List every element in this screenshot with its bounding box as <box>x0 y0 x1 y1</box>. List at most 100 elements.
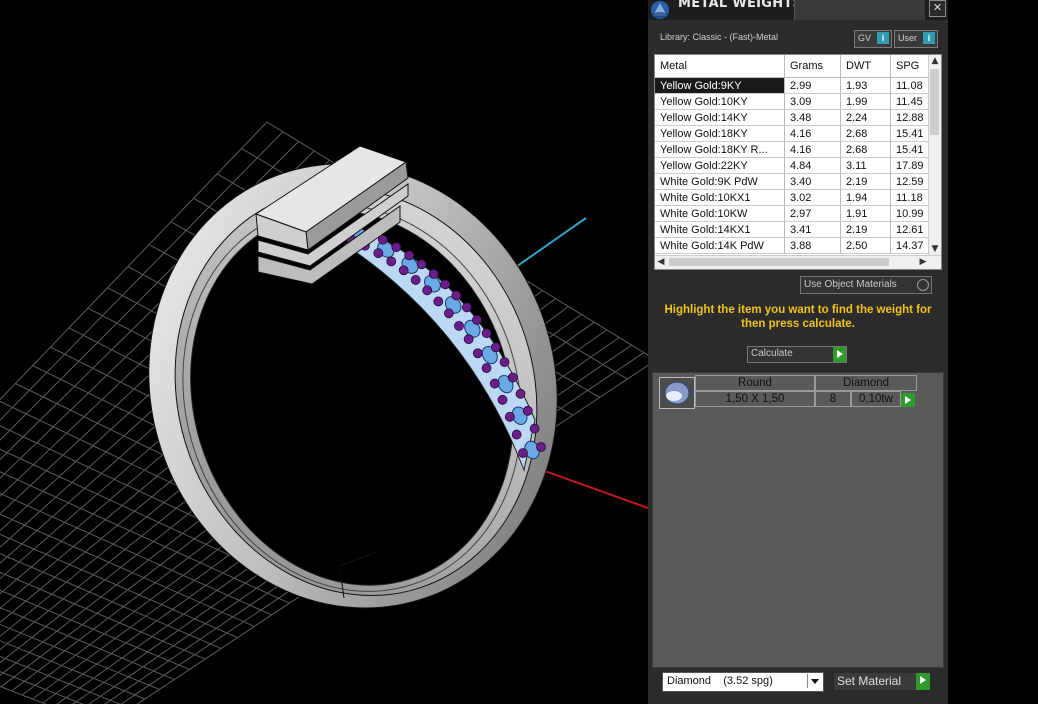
prong <box>454 320 464 331</box>
column-header-metal[interactable]: Metal <box>655 55 785 77</box>
cell-metal: White Gold:14K PdW <box>655 238 785 254</box>
metal-table[interactable]: Metal Grams DWT SPG Yellow Gold:9KY 2.99 1… <box>654 54 942 270</box>
app-logo-icon <box>648 0 672 20</box>
prong <box>463 334 474 345</box>
table-row[interactable]: Yellow Gold:18KY R... 4.16 2.68 15.41 <box>655 142 939 158</box>
table-row[interactable]: White Gold:9K PdW 3.40 2.19 12.59 <box>655 174 939 190</box>
instruction-text: Highlight the item you want to find the … <box>664 304 932 330</box>
3d-viewport[interactable] <box>0 0 648 704</box>
stone-material: Diamond <box>815 375 917 391</box>
prong <box>416 259 427 270</box>
stone-size: 1,50 X 1,50 <box>695 391 815 407</box>
calculate-button[interactable]: Calculate <box>747 346 847 363</box>
prong <box>373 248 384 259</box>
scroll-up-icon[interactable]: ▲ <box>929 55 941 67</box>
table-row[interactable]: White Gold:10KX1 3.02 1.94 11.18 <box>655 190 939 206</box>
prong <box>440 279 451 290</box>
cell-dwt: 2.50 <box>841 238 891 254</box>
library-label: Library: Classic - (Fast)-Metal <box>660 32 779 42</box>
table-row[interactable]: Yellow Gold:10KY 3.09 1.99 11.45 <box>655 94 939 110</box>
cell-dwt: 2.19 <box>841 174 891 190</box>
cell-grams: 2.99 <box>785 78 841 94</box>
stone-weight: 0,10tw <box>851 391 901 407</box>
chevron-down-icon[interactable] <box>807 674 822 688</box>
cell-metal: Yellow Gold:14KY <box>655 110 785 126</box>
prong <box>433 296 444 307</box>
prong <box>497 394 508 405</box>
column-header-grams[interactable]: Grams <box>785 55 841 77</box>
column-header-dwt[interactable]: DWT <box>841 55 891 77</box>
scroll-thumb[interactable] <box>930 69 939 135</box>
cell-grams: 3.41 <box>785 222 841 238</box>
table-row[interactable]: White Gold:14K PdW 3.88 2.50 14.37 <box>655 238 939 254</box>
table-row[interactable]: White Gold:14KX1 3.41 2.19 12.61 <box>655 222 939 238</box>
cell-metal: Yellow Gold:22KY <box>655 158 785 174</box>
prong <box>472 314 482 325</box>
metal-weights-panel: METAL WEIGHTS ✕ Library: Classic - (Fast… <box>648 0 948 704</box>
cell-dwt: 1.93 <box>841 78 891 94</box>
title-bar[interactable]: METAL WEIGHTS ✕ <box>648 0 948 20</box>
prong <box>489 378 500 389</box>
prong <box>507 372 518 383</box>
cell-metal: White Gold:10KX1 <box>655 190 785 206</box>
prong <box>499 357 510 367</box>
table-row[interactable]: Yellow Gold:22KY 4.84 3.11 17.89 <box>655 158 939 174</box>
cell-grams: 4.16 <box>785 142 841 158</box>
prong <box>536 442 546 452</box>
prong <box>398 265 409 276</box>
table-row[interactable]: Yellow Gold:9KY 2.99 1.93 11.08 <box>655 78 939 94</box>
stones-list: Round Diamond 1,50 X 1,50 8 0,10tw <box>652 372 944 668</box>
stone-go-button[interactable] <box>901 393 915 407</box>
cell-grams: 4.16 <box>785 126 841 142</box>
cell-grams: 3.02 <box>785 190 841 206</box>
table-row[interactable]: Yellow Gold:14KY 3.48 2.24 12.88 <box>655 110 939 126</box>
round-stone-icon[interactable] <box>659 377 695 409</box>
set-material-button[interactable]: Set Material <box>834 673 930 690</box>
user-toggle[interactable]: User i <box>894 30 938 48</box>
cell-metal: Yellow Gold:9KY <box>655 78 785 94</box>
prong <box>451 290 462 301</box>
gv-toggle[interactable]: GV i <box>854 30 892 48</box>
cell-dwt: 1.94 <box>841 190 891 206</box>
scroll-thumb-horizontal[interactable] <box>669 258 889 266</box>
cell-grams: 2.97 <box>785 206 841 222</box>
window-title: METAL WEIGHTS <box>678 0 803 11</box>
scroll-down-icon[interactable]: ▼ <box>929 243 941 255</box>
prong <box>428 269 439 279</box>
play-icon <box>833 347 846 362</box>
material-select[interactable]: Diamond (3.52 spg) <box>662 672 824 692</box>
vertical-scrollbar[interactable]: ▲ ▼ <box>928 55 941 255</box>
prong <box>504 411 515 422</box>
cell-dwt: 2.68 <box>841 126 891 142</box>
cell-grams: 3.48 <box>785 110 841 126</box>
cell-metal: Yellow Gold:18KY R... <box>655 142 785 158</box>
scroll-left-icon[interactable]: ◀ <box>655 256 667 269</box>
prong <box>481 328 492 339</box>
radio-icon <box>917 279 929 291</box>
stone-count[interactable]: 8 <box>815 391 851 407</box>
scroll-right-icon[interactable]: ▶ <box>917 256 929 269</box>
prong <box>511 429 522 440</box>
prong <box>404 250 415 261</box>
horizontal-scrollbar[interactable]: ◀ ▶ <box>655 255 941 269</box>
table-row[interactable]: White Gold:10KW 2.97 1.91 10.99 <box>655 206 939 222</box>
cell-metal: White Gold:9K PdW <box>655 174 785 190</box>
prong <box>391 242 402 253</box>
prong <box>386 256 397 267</box>
close-button[interactable]: ✕ <box>929 0 946 17</box>
ring-3d-render <box>0 121 648 704</box>
cell-grams: 3.88 <box>785 238 841 254</box>
cell-dwt: 1.91 <box>841 206 891 222</box>
prong <box>481 363 492 373</box>
play-icon <box>916 673 930 690</box>
cell-grams: 3.40 <box>785 174 841 190</box>
cell-grams: 3.09 <box>785 94 841 110</box>
prong <box>461 302 472 313</box>
cell-dwt: 2.19 <box>841 222 891 238</box>
prong <box>410 275 421 285</box>
prong <box>490 342 501 353</box>
prong <box>529 423 540 434</box>
use-object-materials-toggle[interactable]: Use Object Materials <box>800 276 932 294</box>
table-row[interactable]: Yellow Gold:18KY 4.16 2.68 15.41 <box>655 126 939 142</box>
prong <box>515 388 526 399</box>
